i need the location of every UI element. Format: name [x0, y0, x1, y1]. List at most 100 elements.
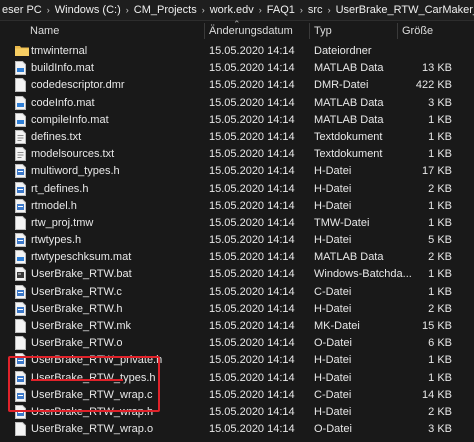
column-divider[interactable] [309, 23, 310, 39]
file-row[interactable]: UserBrake_RTW.o 15.05.2020 14:14 O-Datei 6 … [0, 335, 474, 352]
file-size: 1 KB [428, 354, 452, 367]
file-name[interactable]: codeInfo.mat [31, 95, 95, 112]
file-type: MATLAB Data [314, 62, 384, 75]
file-size: 2 KB [428, 251, 452, 264]
file-name[interactable]: UserBrake_RTW.mk [31, 318, 131, 335]
file-row[interactable]: rt_defines.h 15.05.2020 14:14 H-Datei 2 KB [0, 181, 474, 198]
file-date: 15.05.2020 14:14 [209, 405, 295, 418]
file-date: 15.05.2020 14:14 [209, 62, 295, 75]
file-name[interactable]: tmwinternal [31, 43, 87, 60]
breadcrumb-item[interactable]: FAQ1 [265, 0, 297, 20]
file-name[interactable]: rtw_proj.tmw [31, 215, 93, 232]
file-name[interactable]: rtmodel.h [31, 198, 77, 215]
breadcrumb-chevron-icon[interactable]: › [123, 0, 132, 20]
file-name[interactable]: UserBrake_RTW.c [31, 284, 122, 301]
file-size: 1 KB [428, 268, 452, 281]
file-name[interactable]: UserBrake_RTW.h [31, 301, 123, 318]
file-icon [15, 422, 26, 437]
file-row[interactable]: compileInfo.mat 15.05.2020 14:14 MATLAB Da… [0, 112, 474, 129]
file-name[interactable]: codedescriptor.dmr [31, 77, 125, 94]
file-name[interactable]: compileInfo.mat [31, 112, 109, 129]
column-header-type[interactable]: Typ [314, 21, 332, 41]
file-date: 15.05.2020 14:14 [209, 96, 295, 109]
file-size: 5 KB [428, 234, 452, 247]
file-date: 15.05.2020 14:14 [209, 216, 295, 229]
file-row[interactable]: UserBrake_RTW.mk 15.05.2020 14:14 MK-Datei… [0, 318, 474, 335]
column-header-size[interactable]: Größe [402, 21, 433, 41]
breadcrumb-chevron-icon[interactable]: › [297, 0, 306, 20]
file-row[interactable]: rtw_proj.tmw 15.05.2020 14:14 TMW-Datei 1 K… [0, 215, 474, 232]
file-icon [15, 319, 26, 333]
breadcrumb-chevron-icon[interactable]: › [44, 0, 53, 20]
breadcrumb-item[interactable]: src [306, 0, 325, 20]
highlight-underline [31, 379, 123, 381]
file-date: 15.05.2020 14:14 [209, 234, 295, 247]
breadcrumb-item[interactable]: work.edv [208, 0, 256, 20]
file-date: 15.05.2020 14:14 [209, 302, 295, 315]
batch-file-icon [15, 267, 26, 282]
file-row[interactable]: UserBrake_RTW.bat 15.05.2020 14:14 Windows… [0, 266, 474, 283]
file-row[interactable]: UserBrake_RTW.c 15.05.2020 14:14 C-Datei 1 … [0, 284, 474, 301]
file-size: 1 KB [428, 285, 452, 298]
mat-file-icon [15, 61, 26, 76]
file-size: 1 KB [428, 148, 452, 161]
breadcrumb-item[interactable]: eser PC [0, 0, 44, 20]
column-header-name[interactable]: Name [30, 21, 59, 41]
file-date: 15.05.2020 14:14 [209, 354, 295, 367]
file-type: Dateiordner [314, 45, 372, 57]
code-file-icon [15, 181, 26, 196]
file-type: TMW-Datei [314, 216, 370, 229]
file-size: 3 KB [428, 96, 452, 109]
breadcrumb-chevron-icon[interactable]: › [256, 0, 265, 20]
file-row[interactable]: rtmodel.h 15.05.2020 14:14 H-Datei 1 KB [0, 198, 474, 215]
file-name[interactable]: UserBrake_RTW.o [31, 335, 123, 352]
code-file-icon [15, 301, 26, 316]
mat-file-icon [15, 95, 26, 110]
file-row[interactable]: multiword_types.h 15.05.2020 14:14 H-Datei… [0, 163, 474, 180]
file-row[interactable]: codedescriptor.dmr 15.05.2020 14:14 DMR-Da… [0, 77, 474, 94]
file-name[interactable]: defines.txt [31, 129, 81, 146]
file-type: DMR-Datei [314, 79, 369, 92]
file-icon [15, 215, 26, 230]
file-type: H-Datei [314, 354, 352, 367]
file-date: 15.05.2020 14:14 [209, 45, 295, 57]
file-name[interactable]: rtwtypes.h [31, 232, 81, 249]
column-divider[interactable] [397, 23, 398, 39]
file-name[interactable]: rt_defines.h [31, 181, 88, 198]
file-name[interactable]: buildInfo.mat [31, 60, 94, 77]
breadcrumb-chevron-icon[interactable]: › [199, 0, 208, 20]
file-date: 15.05.2020 14:14 [209, 113, 295, 126]
code-file-icon [15, 284, 26, 299]
file-name[interactable]: multiword_types.h [31, 163, 120, 180]
file-row[interactable]: defines.txt 15.05.2020 14:14 Textdokument 1… [0, 129, 474, 146]
file-row[interactable]: rtwtypeschksum.mat 15.05.2020 14:14 MATLAB… [0, 249, 474, 266]
file-row[interactable]: modelsources.txt 15.05.2020 14:14 Textdoku… [0, 146, 474, 163]
file-name[interactable]: modelsources.txt [31, 146, 114, 163]
folder-icon [15, 44, 29, 58]
mat-file-icon [15, 250, 26, 265]
file-type: C-Datei [314, 388, 352, 401]
breadcrumb-chevron-icon[interactable]: › [325, 0, 334, 20]
column-header-date[interactable]: Änderungsdatum [209, 21, 293, 41]
file-name[interactable]: UserBrake_RTW.bat [31, 266, 132, 283]
file-type: Textdokument [314, 148, 383, 161]
breadcrumb-item[interactable]: UserBrake_RTW_CarMaker_rtw [334, 0, 474, 20]
file-type: H-Datei [314, 165, 352, 178]
file-type: H-Datei [314, 199, 352, 212]
file-date: 15.05.2020 14:14 [209, 199, 295, 212]
file-row[interactable]: buildInfo.mat 15.05.2020 14:14 MATLAB Data… [0, 60, 474, 77]
file-row[interactable]: UserBrake_RTW.h 15.05.2020 14:14 H-Datei 2 … [0, 301, 474, 318]
file-date: 15.05.2020 14:14 [209, 388, 295, 401]
file-row[interactable]: codeInfo.mat 15.05.2020 14:14 MATLAB Data 3… [0, 95, 474, 112]
file-row[interactable]: rtwtypes.h 15.05.2020 14:14 H-Datei 5 KB [0, 232, 474, 249]
breadcrumb-item[interactable]: Windows (C:) [53, 0, 123, 20]
file-date: 15.05.2020 14:14 [209, 130, 295, 143]
code-file-icon [15, 233, 26, 248]
breadcrumb-item[interactable]: CM_Projects [132, 0, 199, 20]
file-row[interactable]: tmwinternal 15.05.2020 14:14 Dateiordner [0, 43, 474, 60]
column-header-bar: ⌃ Name Änderungsdatum Typ Größe [0, 19, 474, 41]
column-divider[interactable] [204, 23, 205, 39]
file-date: 15.05.2020 14:14 [209, 79, 295, 92]
file-name[interactable]: rtwtypeschksum.mat [31, 249, 131, 266]
highlight-box [8, 356, 160, 412]
